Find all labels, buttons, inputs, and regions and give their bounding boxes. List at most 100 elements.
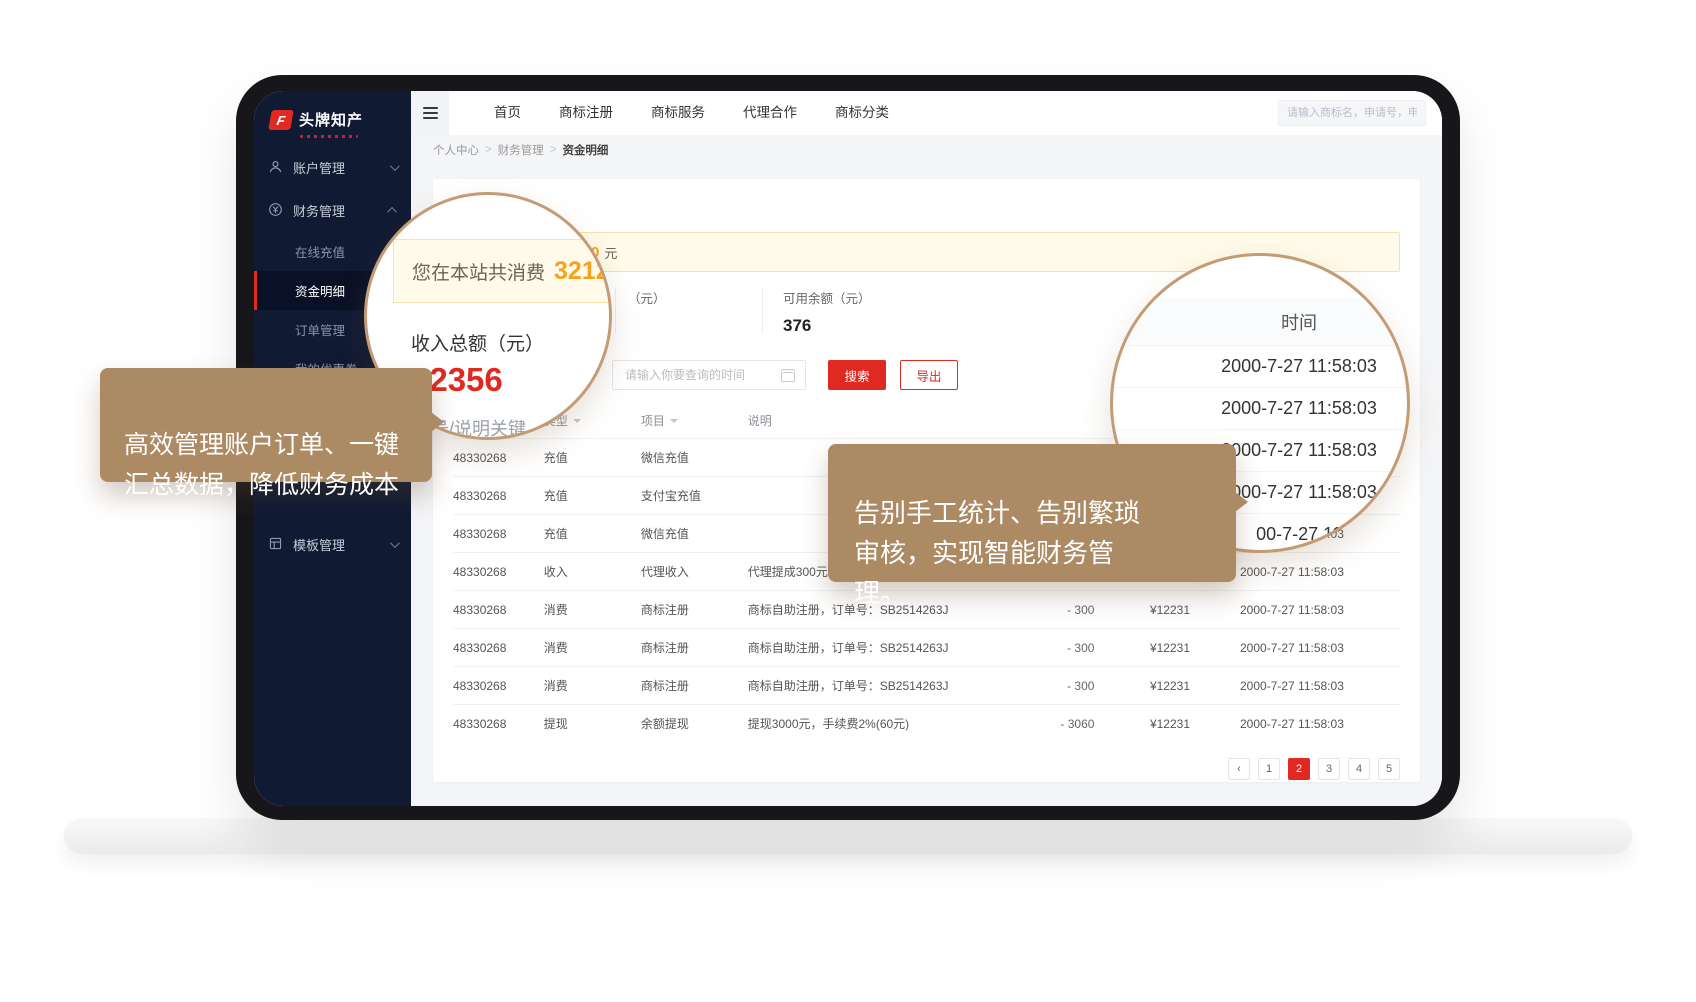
breadcrumb-item[interactable]: 财务管理 <box>498 142 544 158</box>
breadcrumb-item[interactable]: 个人中心 <box>433 142 479 158</box>
cell-amount: - 3060 <box>1020 717 1095 731</box>
nav-item-4[interactable]: 代理合作 <box>724 91 816 135</box>
search-input[interactable] <box>1278 100 1426 126</box>
breadcrumb-separator: > <box>550 144 557 156</box>
pagination: ‹ 12345 <box>453 758 1400 780</box>
sidebar-group-label: 财务管理 <box>293 201 345 220</box>
cell-type: 充值 <box>544 487 641 504</box>
sort-caret-icon <box>573 419 581 423</box>
cell-amount: - 300 <box>1020 603 1095 617</box>
callout-left-text: 高效管理账户订单、一键 汇总数据，降低财务成本 <box>124 431 399 499</box>
cell-order-no: 48330268 <box>453 565 544 579</box>
callout-right-arrow-icon <box>1235 492 1248 512</box>
cell-time: 2000-7-27 11:58:03 <box>1240 679 1400 693</box>
laptop-base <box>64 818 1632 854</box>
breadcrumb-item[interactable]: 资金明细 <box>562 142 608 158</box>
cell-amount: - 300 <box>1020 679 1095 693</box>
cell-project: 微信充值 <box>641 525 748 542</box>
cell-description: 提现3000元，手续费2%(60元) <box>748 715 1020 732</box>
column-header-3[interactable]: 项目 <box>641 412 748 429</box>
stat-available-balance: 可用余额（元） 376 <box>775 288 871 336</box>
logo-tagline-dots <box>300 135 358 138</box>
date-range-field[interactable] <box>612 360 806 390</box>
pagination-page-2[interactable]: 2 <box>1288 758 1310 780</box>
sidebar-group-label: 账户管理 <box>293 158 345 177</box>
nav-item-5[interactable]: 商标分类 <box>816 91 908 135</box>
user-icon <box>268 159 283 177</box>
magnified-banner-amount: 32124 <box>554 257 612 286</box>
cell-order-no: 48330268 <box>453 679 544 693</box>
table-row: 48330268消费商标注册商标自助注册，订单号：SB2514263J- 300… <box>453 666 1400 704</box>
stat-value: 376 <box>783 316 871 336</box>
column-header-4: 说明 <box>748 412 1020 429</box>
table-row: 48330268消费商标注册商标自助注册，订单号：SB2514263J- 300… <box>453 590 1400 628</box>
cell-type: 消费 <box>544 601 641 618</box>
date-input[interactable] <box>623 367 781 383</box>
cell-order-no: 48330268 <box>453 641 544 655</box>
pagination-page-3[interactable]: 3 <box>1318 758 1340 780</box>
stat-spend-total: （元） <box>628 288 750 316</box>
cell-project: 商标注册 <box>641 677 748 694</box>
cell-type: 充值 <box>544 525 641 542</box>
cell-balance: ¥12231 <box>1094 603 1190 617</box>
card-tabs: 资金明细 <box>453 179 1400 222</box>
brand-logo[interactable]: F 头牌知产 <box>270 109 411 130</box>
cell-time: 2000-7-27 11:58:03 <box>1240 641 1400 655</box>
callout-right: 告别手工统计、告别繁琐 审核，实现智能财务管 理。 <box>828 444 1236 582</box>
top-bar: 首页商标注册商标服务代理合作商标分类 <box>411 91 1442 135</box>
sidebar-group-1[interactable]: 账户管理 <box>254 146 411 189</box>
nav-item-1[interactable]: 首页 <box>475 91 540 135</box>
nav-item-2[interactable]: 商标注册 <box>540 91 632 135</box>
cell-project: 商标注册 <box>641 601 748 618</box>
nav-item-3[interactable]: 商标服务 <box>632 91 724 135</box>
sidebar-group-label: 模板管理 <box>293 535 345 554</box>
pagination-page-4[interactable]: 4 <box>1348 758 1370 780</box>
search-button[interactable]: 搜索 <box>828 360 886 390</box>
cell-project: 支付宝充值 <box>641 487 748 504</box>
callout-left-arrow-icon <box>431 412 444 432</box>
stat-label: （元） <box>628 288 750 307</box>
hamburger-menu-icon[interactable] <box>411 91 449 135</box>
cell-balance: ¥12231 <box>1094 679 1190 693</box>
stat-divider <box>762 288 763 334</box>
logo-mark-icon: F <box>268 110 294 130</box>
cell-time: 2000-7-27 11:58:03 <box>1240 603 1400 617</box>
sidebar-group-2[interactable]: 财务管理 <box>254 189 411 232</box>
table-row: 48330268消费商标注册商标自助注册，订单号：SB2514263J- 300… <box>453 628 1400 666</box>
export-button[interactable]: 导出 <box>900 360 958 390</box>
pagination-page-1[interactable]: 1 <box>1258 758 1280 780</box>
cell-time: 2000-7-27 11:58:03 <box>1240 565 1400 579</box>
chevron-down-icon <box>390 161 400 171</box>
cell-balance: ¥12231 <box>1094 717 1190 731</box>
template-icon <box>268 536 283 554</box>
magnified-banner-prefix: 您在本站共消费 <box>412 258 545 285</box>
cell-order-no: 48330268 <box>453 489 544 503</box>
cell-balance: ¥12231 <box>1094 641 1190 655</box>
top-nav: 首页商标注册商标服务代理合作商标分类 <box>475 91 908 135</box>
breadcrumb-separator: > <box>485 144 492 156</box>
cell-project: 微信充值 <box>641 449 748 466</box>
stat-divider <box>615 288 616 334</box>
cell-amount: - 300 <box>1020 641 1095 655</box>
magnified-time-row: 2000-7-27 11:58:03 <box>1113 388 1407 430</box>
magnified-time-row: 2000-7-27 11:58:03 <box>1113 346 1407 388</box>
pagination-page-5[interactable]: 5 <box>1378 758 1400 780</box>
magnified-banner: 您在本站共消费 32124 <box>393 239 612 303</box>
cell-description: 商标自助注册，订单号：SB2514263J <box>748 677 1020 694</box>
finance-icon <box>268 202 283 220</box>
magnified-time-header: 时间 <box>1113 298 1407 346</box>
sidebar-group-3[interactable]: 模板管理 <box>254 523 411 566</box>
cell-project: 商标注册 <box>641 639 748 656</box>
stat-label: 可用余额（元） <box>783 288 871 307</box>
cell-description: 商标自助注册，订单号：SB2514263J <box>748 639 1020 656</box>
cell-type: 提现 <box>544 715 641 732</box>
cell-time: 2000-7-27 11:58:03 <box>1240 717 1400 731</box>
callout-left: 高效管理账户订单、一键 汇总数据，降低财务成本 <box>100 368 432 482</box>
cell-order-no: 48330268 <box>453 451 544 465</box>
calendar-icon <box>781 369 795 382</box>
sort-caret-icon <box>670 419 678 423</box>
pagination-prev-button[interactable]: ‹ <box>1228 758 1250 780</box>
cell-order-no: 48330268 <box>453 603 544 617</box>
cell-type: 消费 <box>544 639 641 656</box>
breadcrumb: 个人中心 > 财务管理 > 资金明细 <box>411 135 1442 165</box>
